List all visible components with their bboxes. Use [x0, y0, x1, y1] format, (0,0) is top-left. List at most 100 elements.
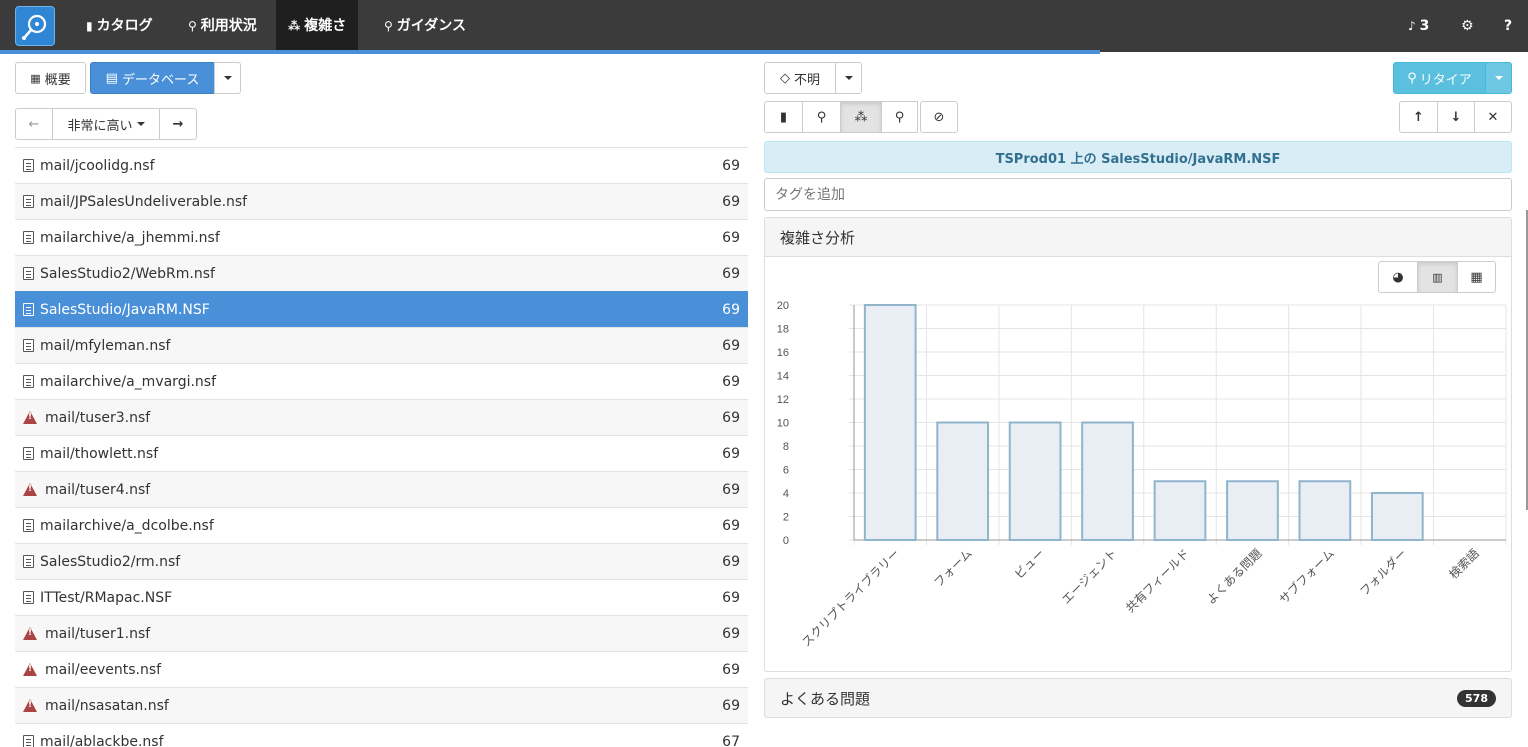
cubes-icon: ⁂: [288, 0, 300, 52]
cubes-icon: ⁂: [855, 110, 868, 125]
guidance-view-button[interactable]: ⚲: [881, 101, 918, 133]
diamond-icon: ◇: [780, 71, 790, 86]
ban-button[interactable]: ⊘: [920, 101, 958, 133]
nav-usage[interactable]: ⚲利用状況: [176, 0, 269, 52]
bar: [865, 305, 916, 540]
list-item-name: mailarchive/a_mvargi.nsf: [40, 374, 710, 390]
list-item[interactable]: mail/jcoolidg.nsf69: [15, 147, 748, 183]
faq-panel-title: よくある問題: [780, 688, 870, 709]
tag-input[interactable]: [764, 178, 1512, 211]
nav-complexity[interactable]: ⁂複雑さ: [276, 0, 358, 52]
database-button[interactable]: ▤ データベース: [90, 62, 215, 94]
x-tick-label: サブフォーム: [1276, 546, 1337, 607]
warning-icon: [23, 663, 37, 676]
search-icon: ⚲: [817, 110, 827, 125]
arrow-up-icon: ↑: [1413, 110, 1424, 125]
list-item-count: 69: [710, 554, 740, 570]
list-item-name: mail/tuser1.nsf: [45, 626, 710, 642]
list-item-name: SalesStudio/JavaRM.NSF: [40, 302, 710, 318]
file-icon: [23, 555, 34, 568]
table-toggle[interactable]: ▦: [1457, 261, 1496, 293]
severity-dropdown[interactable]: 非常に高い: [52, 108, 160, 140]
file-icon: [23, 231, 34, 244]
search-icon: ⚲: [188, 0, 197, 52]
arrow-left-icon: ←: [29, 117, 40, 132]
map-marker-icon: ⚲: [895, 110, 905, 125]
x-tick-label: エージェント: [1059, 546, 1120, 607]
bell-icon: ♪: [1408, 0, 1416, 52]
file-icon: [23, 375, 34, 388]
list-item[interactable]: SalesStudio2/WebRm.nsf69: [15, 255, 748, 291]
list-item[interactable]: mailarchive/a_mvargi.nsf69: [15, 363, 748, 399]
list-item[interactable]: mail/tuser4.nsf69: [15, 471, 748, 507]
value-button[interactable]: ◇ 不明: [764, 62, 836, 94]
next-button[interactable]: →: [159, 108, 197, 140]
settings-button[interactable]: ⚙: [1449, 0, 1486, 52]
list-item[interactable]: mail/mfyleman.nsf69: [15, 327, 748, 363]
app-logo-icon[interactable]: [15, 6, 55, 46]
pie-chart-toggle[interactable]: ◕: [1378, 261, 1418, 293]
bar: [1082, 423, 1133, 541]
list-item[interactable]: mail/ablackbe.nsf67: [15, 723, 748, 747]
close-button[interactable]: ✕: [1474, 101, 1512, 133]
bar: [1155, 481, 1206, 540]
overview-button[interactable]: ▦ 概要: [15, 62, 86, 94]
list-item[interactable]: mail/thowlett.nsf69: [15, 435, 748, 471]
caret-down-icon: [137, 122, 145, 126]
loading-progress-bar: [0, 50, 1100, 54]
list-item[interactable]: mailarchive/a_jhemmi.nsf69: [15, 219, 748, 255]
x-tick-label: よくある問題: [1204, 546, 1265, 607]
grid-icon: ▦: [30, 72, 40, 85]
move-up-button[interactable]: ↑: [1399, 101, 1438, 133]
list-item[interactable]: mailarchive/a_dcolbe.nsf69: [15, 507, 748, 543]
file-icon: [23, 447, 34, 460]
x-tick-label: フォルダー: [1356, 546, 1409, 599]
list-item-count: 69: [710, 158, 740, 174]
complexity-view-button[interactable]: ⁂: [840, 101, 882, 133]
list-item[interactable]: mail/tuser1.nsf69: [15, 615, 748, 651]
file-icon: [23, 519, 34, 532]
catalog-view-button[interactable]: ▮: [764, 101, 803, 133]
faq-count-badge: 578: [1457, 690, 1496, 707]
caret-down-icon: [845, 76, 853, 80]
move-down-button[interactable]: ↓: [1437, 101, 1475, 133]
list-item-name: mail/tuser4.nsf: [45, 482, 710, 498]
caret-down-icon: [1495, 76, 1503, 80]
retire-dropdown-toggle[interactable]: [1485, 62, 1512, 94]
bar-chart-toggle[interactable]: ▥: [1417, 261, 1458, 293]
list-item-name: mailarchive/a_jhemmi.nsf: [40, 230, 710, 246]
x-tick-label: ビュー: [1012, 546, 1047, 581]
bar: [1227, 481, 1278, 540]
list-item[interactable]: mail/tuser3.nsf69: [15, 399, 748, 435]
faq-panel[interactable]: よくある問題 578: [764, 678, 1512, 718]
file-icon: [23, 339, 34, 352]
nav-guidance[interactable]: ⚲ガイダンス: [372, 0, 478, 52]
retire-button[interactable]: ⚲ リタイア: [1393, 62, 1486, 94]
list-item-name: mail/jcoolidg.nsf: [40, 158, 710, 174]
y-tick-label: 10: [777, 418, 789, 430]
list-item-count: 69: [710, 626, 740, 642]
list-item-count: 69: [710, 338, 740, 354]
list-item[interactable]: ITTest/RMapac.NSF69: [15, 579, 748, 615]
database-dropdown-toggle[interactable]: [214, 62, 241, 94]
y-tick-label: 18: [777, 324, 789, 336]
help-button[interactable]: ?: [1492, 0, 1524, 52]
y-tick-label: 6: [783, 465, 789, 477]
y-tick-label: 20: [777, 300, 789, 312]
list-item[interactable]: SalesStudio2/rm.nsf69: [15, 543, 748, 579]
list-item-name: mail/tuser3.nsf: [45, 410, 710, 426]
list-item[interactable]: mail/JPSalesUndeliverable.nsf69: [15, 183, 748, 219]
nav-catalog[interactable]: ▮カタログ: [74, 0, 165, 52]
value-dropdown-toggle[interactable]: [835, 62, 862, 94]
pie-chart-icon: ◕: [1392, 270, 1403, 285]
list-item[interactable]: mail/eevents.nsf69: [15, 651, 748, 687]
list-item[interactable]: SalesStudio/JavaRM.NSF69: [15, 291, 748, 327]
previous-button[interactable]: ←: [15, 108, 53, 140]
list-item-name: mail/eevents.nsf: [45, 662, 710, 678]
notifications-button[interactable]: ♪3: [1396, 0, 1441, 52]
y-tick-label: 8: [783, 441, 789, 453]
file-icon: ▤: [106, 71, 118, 86]
book-icon: ▮: [780, 110, 787, 125]
usage-view-button[interactable]: ⚲: [802, 101, 841, 133]
list-item[interactable]: mail/nsasatan.nsf69: [15, 687, 748, 723]
